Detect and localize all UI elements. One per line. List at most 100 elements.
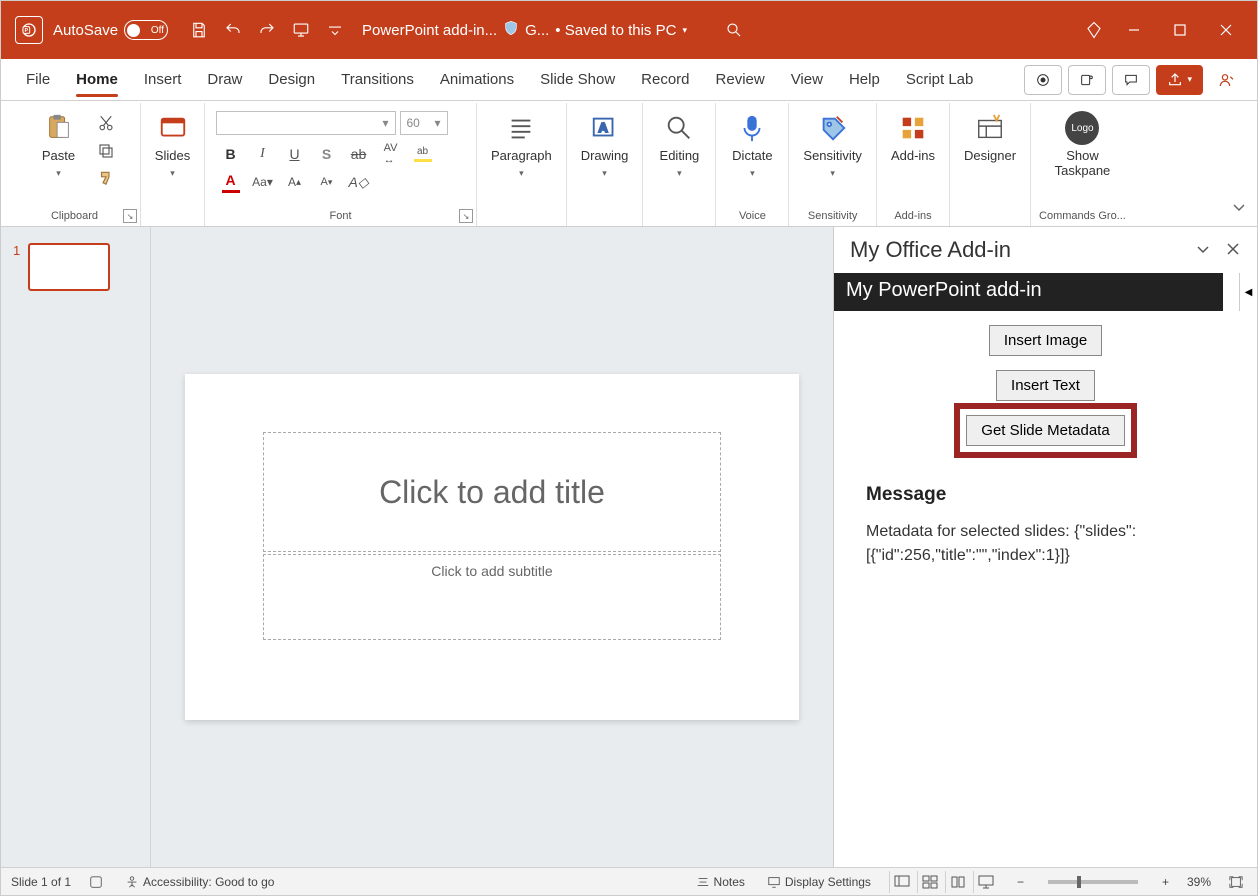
close-icon[interactable] bbox=[1225, 237, 1241, 263]
designer-button[interactable]: Designer bbox=[958, 107, 1022, 168]
insert-text-button[interactable]: Insert Text bbox=[996, 370, 1095, 401]
dictate-button[interactable]: Dictate▾ bbox=[724, 107, 780, 183]
document-title-area: PowerPoint add-in... G... • Saved to thi… bbox=[362, 20, 687, 40]
reading-view-button[interactable] bbox=[945, 871, 971, 893]
sensitivity-short[interactable]: G... bbox=[525, 22, 549, 39]
addins-button[interactable]: Add-ins bbox=[885, 107, 941, 168]
tab-animations[interactable]: Animations bbox=[427, 59, 527, 101]
ribbon-collapse-button[interactable] bbox=[1231, 199, 1247, 220]
fit-to-window-button[interactable] bbox=[1225, 875, 1247, 889]
notes-button[interactable]: Notes bbox=[692, 875, 749, 889]
camera-button[interactable] bbox=[1024, 65, 1062, 95]
change-case-button[interactable]: Aa▾ bbox=[248, 169, 278, 195]
tab-record[interactable]: Record bbox=[628, 59, 702, 101]
qat-more-icon[interactable] bbox=[318, 13, 352, 47]
normal-view-button[interactable] bbox=[889, 871, 915, 893]
get-slide-metadata-button[interactable]: Get Slide Metadata bbox=[966, 415, 1124, 446]
display-settings-button[interactable]: Display Settings bbox=[763, 875, 875, 889]
search-icon[interactable] bbox=[717, 13, 751, 47]
sensitivity-button[interactable]: Sensitivity▾ bbox=[797, 107, 868, 183]
share-button[interactable]: ▾ bbox=[1156, 65, 1203, 95]
zoom-out-button[interactable]: − bbox=[1013, 875, 1028, 889]
slide-canvas[interactable]: Click to add title Click to add subtitle bbox=[185, 374, 799, 720]
chevron-down-icon[interactable] bbox=[1195, 237, 1211, 263]
grow-font-button[interactable]: A▴ bbox=[280, 169, 310, 195]
copy-icon[interactable] bbox=[93, 139, 119, 163]
slide-counter[interactable]: Slide 1 of 1 bbox=[11, 875, 71, 889]
cut-icon[interactable] bbox=[93, 111, 119, 135]
format-painter-icon[interactable] bbox=[93, 167, 119, 191]
notes-label: Notes bbox=[714, 875, 745, 889]
present-icon[interactable] bbox=[284, 13, 318, 47]
drawing-button[interactable]: ADrawing▾ bbox=[575, 107, 635, 183]
tab-scriptlab[interactable]: Script Lab bbox=[893, 59, 987, 101]
dictate-label: Dictate bbox=[732, 149, 772, 164]
slide-stage: Click to add title Click to add subtitle bbox=[151, 227, 833, 867]
save-icon[interactable] bbox=[182, 13, 216, 47]
redo-icon[interactable] bbox=[250, 13, 284, 47]
spellcheck-icon[interactable] bbox=[85, 875, 107, 889]
tab-home[interactable]: Home bbox=[63, 59, 131, 101]
subtitle-placeholder[interactable]: Click to add subtitle bbox=[263, 554, 721, 640]
insert-image-button[interactable]: Insert Image bbox=[989, 325, 1102, 356]
bold-button[interactable]: B bbox=[216, 141, 246, 167]
accessibility-button[interactable]: Accessibility: Good to go bbox=[121, 875, 278, 889]
title-placeholder[interactable]: Click to add title bbox=[263, 432, 721, 552]
diamond-icon[interactable] bbox=[1077, 13, 1111, 47]
thumbnail-pane[interactable]: 1 bbox=[1, 227, 151, 867]
zoom-in-button[interactable]: + bbox=[1158, 875, 1173, 889]
autosave-label: AutoSave bbox=[53, 22, 118, 39]
tab-help[interactable]: Help bbox=[836, 59, 893, 101]
strike-button[interactable]: ab bbox=[344, 141, 374, 167]
font-name-combo[interactable]: ▾ bbox=[216, 111, 396, 135]
tab-review[interactable]: Review bbox=[703, 59, 778, 101]
paste-label: Paste bbox=[42, 149, 75, 164]
slides-button[interactable]: Slides ▾ bbox=[145, 107, 201, 183]
logo-icon: Logo bbox=[1065, 111, 1099, 145]
font-size-combo[interactable]: 60▾ bbox=[400, 111, 448, 135]
show-taskpane-button[interactable]: LogoShow Taskpane bbox=[1049, 107, 1117, 183]
underline-button[interactable]: U bbox=[280, 141, 310, 167]
paragraph-button[interactable]: Paragraph▾ bbox=[485, 107, 558, 183]
font-color-button[interactable]: A bbox=[216, 169, 246, 195]
tab-design[interactable]: Design bbox=[255, 59, 328, 101]
teams-button[interactable] bbox=[1068, 65, 1106, 95]
collapse-handle[interactable]: ◀ bbox=[1239, 273, 1257, 311]
comments-button[interactable] bbox=[1112, 65, 1150, 95]
editing-button[interactable]: Editing▾ bbox=[651, 107, 707, 183]
slideshow-view-button[interactable] bbox=[973, 871, 999, 893]
zoom-slider[interactable] bbox=[1048, 880, 1138, 884]
paste-button[interactable]: Paste ▾ bbox=[31, 107, 87, 183]
save-status[interactable]: • Saved to this PC bbox=[555, 22, 676, 39]
tab-file[interactable]: File bbox=[13, 59, 63, 101]
document-name[interactable]: PowerPoint add-in... bbox=[362, 22, 497, 39]
taskpane-header-title: My Office Add-in bbox=[850, 237, 1011, 263]
chevron-down-icon[interactable]: ▾ bbox=[682, 25, 687, 36]
minimize-button[interactable] bbox=[1111, 10, 1157, 50]
shadow-button[interactable]: S bbox=[312, 141, 342, 167]
dialog-launcher-icon[interactable]: ↘ bbox=[123, 209, 137, 223]
tab-slideshow[interactable]: Slide Show bbox=[527, 59, 628, 101]
clear-format-button[interactable]: A◇ bbox=[344, 169, 374, 195]
tab-insert[interactable]: Insert bbox=[131, 59, 195, 101]
content-area: 1 Click to add title Click to add subtit… bbox=[1, 227, 1257, 867]
chevron-down-icon: ▾ bbox=[56, 168, 61, 179]
highlight-button[interactable]: ab bbox=[408, 141, 438, 167]
sorter-view-button[interactable] bbox=[917, 871, 943, 893]
zoom-level[interactable]: 39% bbox=[1187, 875, 1211, 889]
close-button[interactable] bbox=[1203, 10, 1249, 50]
tab-transitions[interactable]: Transitions bbox=[328, 59, 427, 101]
group-commands: LogoShow Taskpane Commands Gro... bbox=[1031, 103, 1134, 226]
italic-button[interactable]: I bbox=[248, 141, 278, 167]
shrink-font-button[interactable]: A▾ bbox=[312, 169, 342, 195]
char-spacing-button[interactable]: AV↔ bbox=[376, 141, 406, 167]
group-label-commands: Commands Gro... bbox=[1039, 206, 1126, 224]
tab-view[interactable]: View bbox=[778, 59, 836, 101]
account-button[interactable] bbox=[1209, 65, 1245, 95]
dialog-launcher-icon[interactable]: ↘ bbox=[459, 209, 473, 223]
slide-thumbnail[interactable] bbox=[28, 243, 110, 291]
undo-icon[interactable] bbox=[216, 13, 250, 47]
tab-draw[interactable]: Draw bbox=[194, 59, 255, 101]
maximize-button[interactable] bbox=[1157, 10, 1203, 50]
autosave-toggle[interactable]: Off bbox=[124, 20, 168, 40]
